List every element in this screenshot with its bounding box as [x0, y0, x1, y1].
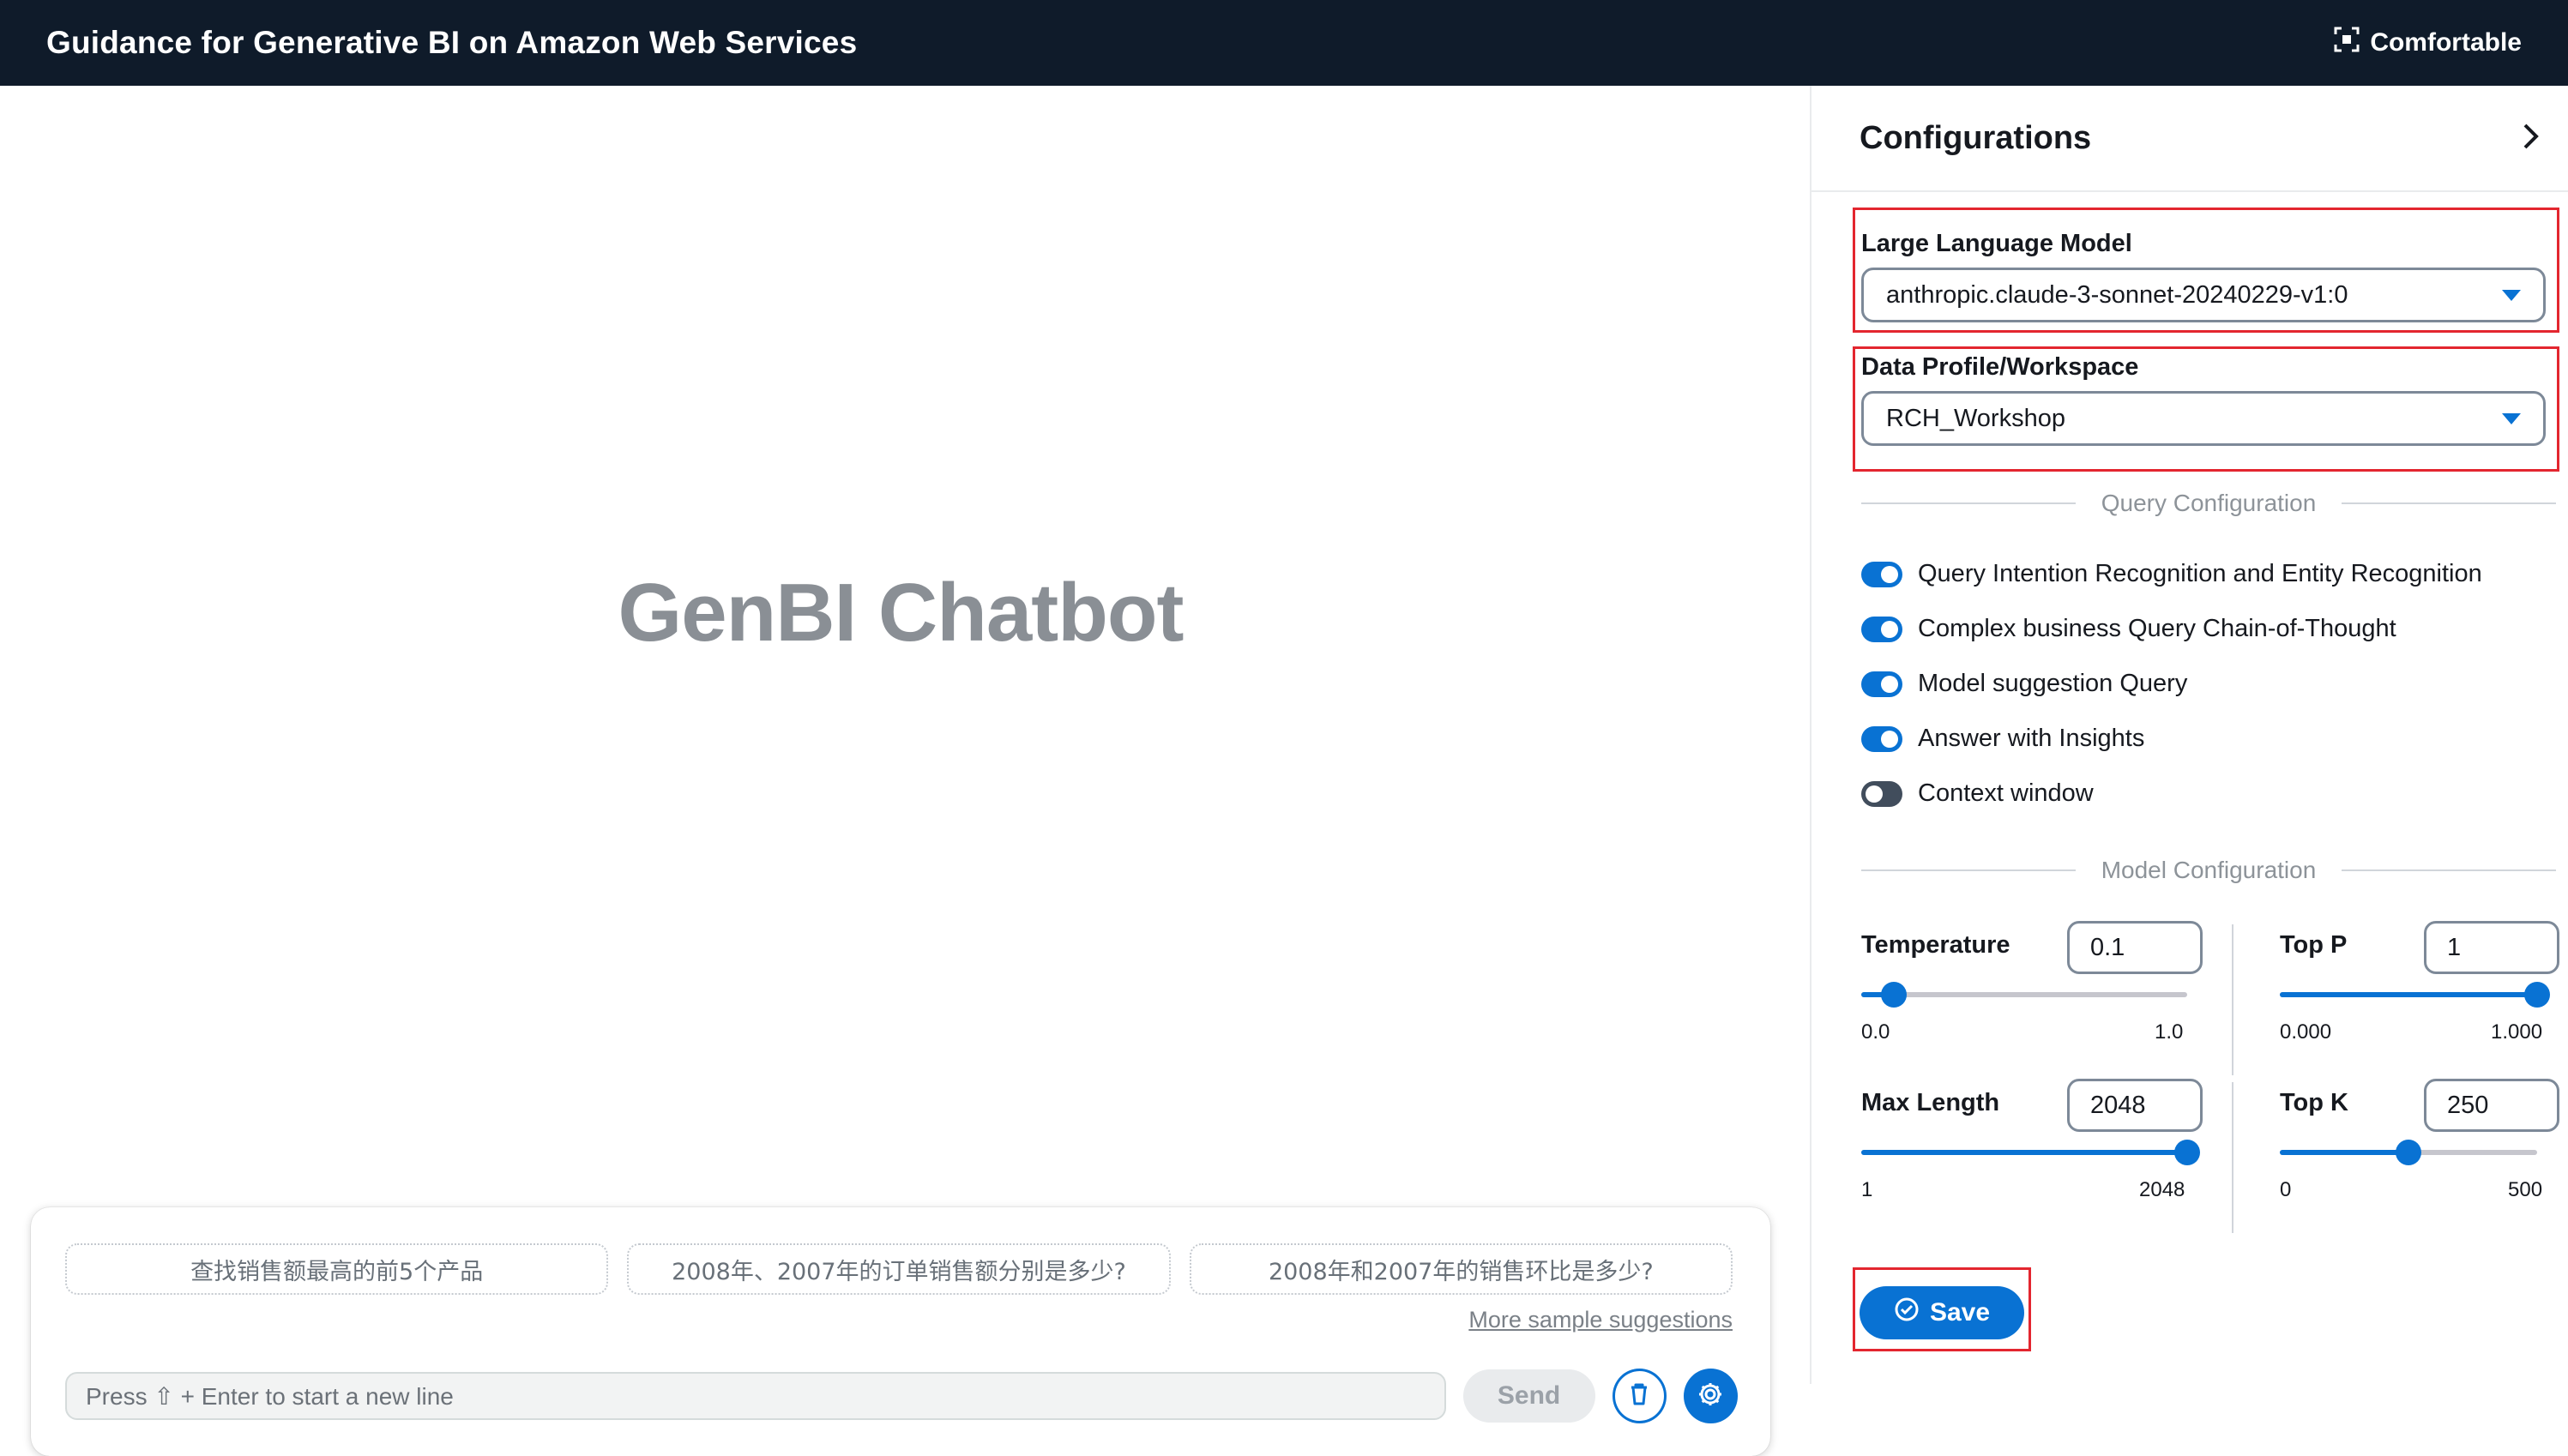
- gear-icon: [1696, 1380, 1725, 1413]
- app-title[interactable]: Guidance for Generative BI on Amazon Web…: [46, 25, 857, 61]
- top-p-min: 0.000: [2280, 1020, 2332, 1044]
- toggle-switch[interactable]: [1861, 671, 1902, 697]
- profile-select[interactable]: RCH_Workshop: [1861, 391, 2546, 446]
- max-length-label: Max Length: [1861, 1089, 2000, 1116]
- top-k-label: Top K: [2280, 1089, 2348, 1116]
- density-label: Comfortable: [2370, 28, 2522, 57]
- chat-input[interactable]: Press ⇧ + Enter to start a new line: [65, 1372, 1446, 1420]
- profile-label: Data Profile/Workspace: [1861, 353, 2139, 381]
- temperature-input[interactable]: 0.1: [2067, 921, 2203, 974]
- toggle-intention[interactable]: Query Intention Recognition and Entity R…: [1861, 560, 2482, 588]
- toggle-label: Model suggestion Query: [1918, 670, 2188, 697]
- suggestion-chip[interactable]: 查找销售额最高的前5个产品: [65, 1243, 609, 1295]
- hero-title: GenBI Chatbot: [618, 567, 1185, 659]
- trash-icon: [1625, 1380, 1654, 1413]
- toggle-chain-of-thought[interactable]: Complex business Query Chain-of-Thought: [1861, 615, 2396, 643]
- clear-chat-button[interactable]: [1612, 1369, 1667, 1423]
- toggle-model-suggestion[interactable]: Model suggestion Query: [1861, 670, 2187, 698]
- top-p-label: Top P: [2280, 931, 2348, 959]
- caret-down-icon: [2502, 289, 2521, 301]
- llm-label: Large Language Model: [1861, 230, 2132, 257]
- top-k-slider[interactable]: [2280, 1140, 2537, 1165]
- slider-thumb[interactable]: [1881, 982, 1907, 1008]
- profile-value: RCH_Workshop: [1886, 404, 2065, 432]
- chat-main-area: GenBI Chatbot 查找销售额最高的前5个产品 2008年、2007年的…: [0, 86, 1810, 1456]
- max-length-min: 1: [1861, 1178, 1873, 1201]
- max-length-max: 2048: [2139, 1178, 2185, 1201]
- chat-input-row: Press ⇧ + Enter to start a new line Send: [65, 1369, 1738, 1423]
- configurations-panel: Configurations Large Language Model anth…: [1810, 86, 2568, 1384]
- top-p-input[interactable]: 1: [2424, 921, 2559, 974]
- check-circle-icon: [1894, 1297, 1920, 1329]
- suggestion-chip[interactable]: 2008年、2007年的订单销售额分别是多少?: [627, 1243, 1171, 1295]
- toggle-switch[interactable]: [1861, 616, 1902, 642]
- toggle-label: Answer with Insights: [1918, 725, 2145, 752]
- model-config-heading: Model Configuration: [2101, 857, 2317, 883]
- config-panel-header: Configurations: [1811, 86, 2568, 192]
- suggestion-chip[interactable]: 2008年和2007年的销售环比是多少?: [1189, 1243, 1733, 1295]
- temperature-slider[interactable]: [1861, 982, 2187, 1008]
- top-p-max: 1.000: [2491, 1020, 2543, 1044]
- top-navigation: Guidance for Generative BI on Amazon Web…: [0, 0, 2568, 86]
- settings-button[interactable]: [1683, 1369, 1738, 1423]
- save-button[interactable]: Save: [1860, 1286, 2024, 1339]
- top-k-input[interactable]: 250: [2424, 1079, 2559, 1132]
- toggle-label: Complex business Query Chain-of-Thought: [1918, 615, 2396, 642]
- top-k-max: 500: [2508, 1178, 2543, 1201]
- focus-frame-icon: [2334, 27, 2360, 59]
- toggle-switch[interactable]: [1861, 561, 1902, 587]
- toggle-switch[interactable]: [1861, 725, 1902, 752]
- slider-thumb[interactable]: [2174, 1140, 2200, 1165]
- toggle-insights[interactable]: Answer with Insights: [1861, 725, 2144, 753]
- slider-thumb[interactable]: [2524, 982, 2550, 1008]
- llm-value: anthropic.claude-3-sonnet-20240229-v1:0: [1886, 280, 2348, 309]
- config-title: Configurations: [1860, 119, 2092, 156]
- toggle-label: Context window: [1918, 779, 2094, 807]
- toggle-context-window[interactable]: Context window: [1861, 779, 2094, 808]
- chat-composer-panel: 查找销售额最高的前5个产品 2008年、2007年的订单销售额分别是多少? 20…: [31, 1207, 1770, 1456]
- toggle-switch[interactable]: [1861, 780, 1902, 807]
- temperature-min: 0.0: [1861, 1020, 1890, 1044]
- temperature-label: Temperature: [1861, 931, 2010, 959]
- column-separator: [2232, 924, 2233, 1075]
- column-separator: [2232, 1082, 2233, 1233]
- top-p-slider[interactable]: [2280, 982, 2550, 1008]
- toggle-label: Query Intention Recognition and Entity R…: [1918, 560, 2482, 587]
- top-k-min: 0: [2280, 1178, 2292, 1201]
- query-config-heading: Query Configuration: [2101, 490, 2317, 516]
- send-button[interactable]: Send: [1462, 1369, 1595, 1423]
- caret-down-icon: [2502, 412, 2521, 424]
- query-config-divider: Query Configuration: [1861, 489, 2557, 518]
- model-config-divider: Model Configuration: [1861, 856, 2556, 885]
- max-length-input[interactable]: 2048: [2067, 1079, 2203, 1132]
- slider-thumb[interactable]: [2396, 1140, 2421, 1165]
- llm-select[interactable]: anthropic.claude-3-sonnet-20240229-v1:0: [1861, 268, 2546, 322]
- temperature-max: 1.0: [2155, 1020, 2184, 1044]
- save-label: Save: [1929, 1298, 1991, 1327]
- sample-suggestions: 查找销售额最高的前5个产品 2008年、2007年的订单销售额分别是多少? 20…: [65, 1243, 1733, 1295]
- max-length-slider[interactable]: [1861, 1140, 2200, 1165]
- more-suggestions-link[interactable]: More sample suggestions: [1468, 1307, 1733, 1333]
- density-toggle[interactable]: Comfortable: [2334, 27, 2522, 59]
- chevron-right-icon[interactable]: [2515, 121, 2546, 156]
